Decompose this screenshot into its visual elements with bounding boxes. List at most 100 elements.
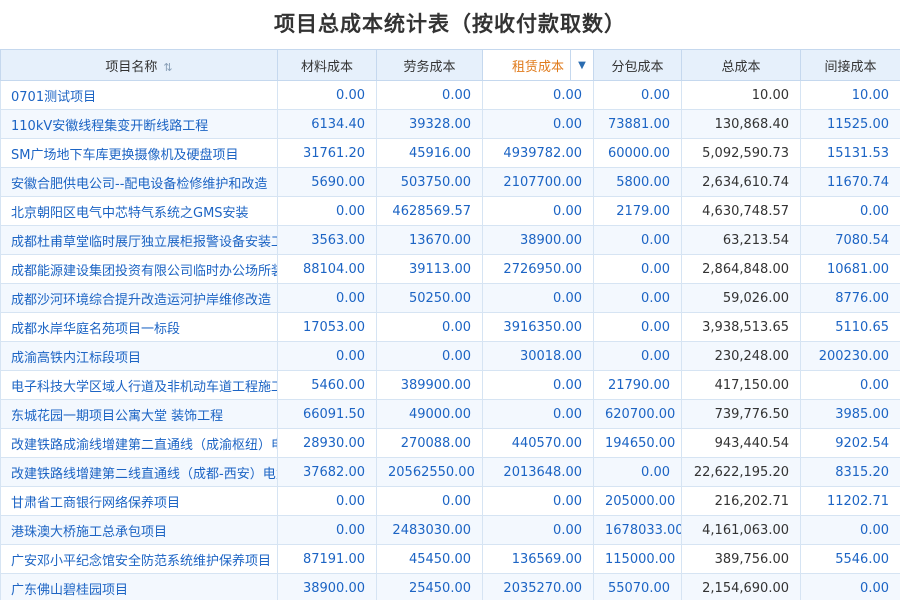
cell-lease-cost[interactable]: 2013648.00	[482, 457, 594, 487]
cell-project-name[interactable]: 改建铁路成渝线增建第二直通线（成渝枢纽）电力工程	[0, 428, 278, 458]
cell-material-cost[interactable]: 5460.00	[277, 370, 377, 400]
cell-project-name[interactable]: 广东佛山碧桂园项目	[0, 573, 278, 600]
cell-subcontract-cost[interactable]: 0.00	[593, 254, 682, 284]
table-row[interactable]: 成都杜甫草堂临时展厅独立展柜报警设备安装工程 3563.00 13670.00 389…	[0, 225, 900, 255]
cell-project-name[interactable]: 成都沙河环境综合提升改造运河护岸维修改造	[0, 283, 278, 313]
table-row[interactable]: 北京朝阳区电气中芯特气系统之GMS安装 0.00 4628569.57 0.00 217…	[0, 196, 900, 226]
cell-labor-cost[interactable]: 0.00	[376, 80, 483, 110]
cell-project-name[interactable]: 成都杜甫草堂临时展厅独立展柜报警设备安装工程	[0, 225, 278, 255]
cell-project-name[interactable]: SM广场地下车库更换摄像机及硬盘项目	[0, 138, 278, 168]
dropdown-arrow-icon[interactable]: ▼	[570, 50, 593, 80]
cell-subcontract-cost[interactable]: 194650.00	[593, 428, 682, 458]
cell-project-name[interactable]: 0701测试项目	[0, 80, 278, 110]
cell-indirect-cost[interactable]: 8315.20	[800, 457, 900, 487]
cell-project-name[interactable]: 东城花园一期项目公寓大堂 装饰工程	[0, 399, 278, 429]
table-row[interactable]: 110kV安徽线程集变开断线路工程 6134.40 39328.00 0.00 7388…	[0, 109, 900, 139]
cell-lease-cost[interactable]: 0.00	[482, 515, 594, 545]
cell-labor-cost[interactable]: 2483030.00	[376, 515, 483, 545]
cell-project-name[interactable]: 成渝高铁内江标段项目	[0, 341, 278, 371]
cell-material-cost[interactable]: 0.00	[277, 196, 377, 226]
table-row[interactable]: 电子科技大学区域人行道及非机动车道工程施工 5460.00 389900.00 0.0…	[0, 370, 900, 400]
cell-material-cost[interactable]: 87191.00	[277, 544, 377, 574]
cell-indirect-cost[interactable]: 8776.00	[800, 283, 900, 313]
cell-project-name[interactable]: 改建铁路线增建第二线直通线（成都-西安）电力工程	[0, 457, 278, 487]
cell-subcontract-cost[interactable]: 55070.00	[593, 573, 682, 600]
cell-material-cost[interactable]: 37682.00	[277, 457, 377, 487]
cell-subcontract-cost[interactable]: 1678033.00	[593, 515, 682, 545]
cell-indirect-cost[interactable]: 0.00	[800, 573, 900, 600]
cell-lease-cost[interactable]: 4939782.00	[482, 138, 594, 168]
cell-labor-cost[interactable]: 13670.00	[376, 225, 483, 255]
cell-subcontract-cost[interactable]: 60000.00	[593, 138, 682, 168]
cell-lease-cost[interactable]: 2035270.00	[482, 573, 594, 600]
cell-labor-cost[interactable]: 39328.00	[376, 109, 483, 139]
cell-labor-cost[interactable]: 20562550.00	[376, 457, 483, 487]
cell-lease-cost[interactable]: 30018.00	[482, 341, 594, 371]
cell-subcontract-cost[interactable]: 5800.00	[593, 167, 682, 197]
cell-material-cost[interactable]: 88104.00	[277, 254, 377, 284]
cell-subcontract-cost[interactable]: 0.00	[593, 341, 682, 371]
table-row[interactable]: 成都沙河环境综合提升改造运河护岸维修改造 0.00 50250.00 0.00 0.00…	[0, 283, 900, 313]
cell-labor-cost[interactable]: 0.00	[376, 312, 483, 342]
cell-lease-cost[interactable]: 136569.00	[482, 544, 594, 574]
cell-material-cost[interactable]: 66091.50	[277, 399, 377, 429]
sort-icon[interactable]: ⇅	[163, 61, 172, 74]
cell-lease-cost[interactable]: 0.00	[482, 283, 594, 313]
table-row[interactable]: 东城花园一期项目公寓大堂 装饰工程 66091.50 49000.00 0.00 620…	[0, 399, 900, 429]
cell-material-cost[interactable]: 28930.00	[277, 428, 377, 458]
cell-indirect-cost[interactable]: 10681.00	[800, 254, 900, 284]
table-row[interactable]: 成都水岸华庭名苑项目一标段 17053.00 0.00 3916350.00 0.00 3…	[0, 312, 900, 342]
table-row[interactable]: 成都能源建设集团投资有限公司临时办公场所装修工程88104.0039113.00…	[0, 254, 900, 284]
cell-labor-cost[interactable]: 0.00	[376, 486, 483, 516]
cell-lease-cost[interactable]: 38900.00	[482, 225, 594, 255]
table-row[interactable]: 0701测试项目 0.00 0.00 0.00 0.00 10.00 10.00	[0, 80, 900, 110]
cell-labor-cost[interactable]: 0.00	[376, 341, 483, 371]
cell-lease-cost[interactable]: 0.00	[482, 486, 594, 516]
cell-lease-cost[interactable]: 3916350.00	[482, 312, 594, 342]
cell-subcontract-cost[interactable]: 620700.00	[593, 399, 682, 429]
cell-project-name[interactable]: 110kV安徽线程集变开断线路工程	[0, 109, 278, 139]
cell-subcontract-cost[interactable]: 0.00	[593, 457, 682, 487]
table-row[interactable]: 改建铁路成渝线增建第二直通线（成渝枢纽）电力工程28930.00270088.0…	[0, 428, 900, 458]
cell-project-name[interactable]: 成都水岸华庭名苑项目一标段	[0, 312, 278, 342]
cell-material-cost[interactable]: 17053.00	[277, 312, 377, 342]
cell-material-cost[interactable]: 38900.00	[277, 573, 377, 600]
cell-labor-cost[interactable]: 45916.00	[376, 138, 483, 168]
cell-subcontract-cost[interactable]: 205000.00	[593, 486, 682, 516]
cell-labor-cost[interactable]: 39113.00	[376, 254, 483, 284]
cell-lease-cost[interactable]: 0.00	[482, 196, 594, 226]
cell-indirect-cost[interactable]: 7080.54	[800, 225, 900, 255]
cell-indirect-cost[interactable]: 11670.74	[800, 167, 900, 197]
cell-material-cost[interactable]: 5690.00	[277, 167, 377, 197]
table-row[interactable]: 甘肃省工商银行网络保养项目 0.00 0.00 0.00 205000.00 216,20…	[0, 486, 900, 516]
cell-labor-cost[interactable]: 50250.00	[376, 283, 483, 313]
cell-indirect-cost[interactable]: 11202.71	[800, 486, 900, 516]
column-header-material[interactable]: 材料成本	[277, 49, 377, 81]
column-header-subcontract[interactable]: 分包成本	[593, 49, 682, 81]
cell-material-cost[interactable]: 31761.20	[277, 138, 377, 168]
cell-lease-cost[interactable]: 440570.00	[482, 428, 594, 458]
cell-subcontract-cost[interactable]: 21790.00	[593, 370, 682, 400]
cell-indirect-cost[interactable]: 0.00	[800, 370, 900, 400]
table-row[interactable]: SM广场地下车库更换摄像机及硬盘项目 31761.20 45916.00 493978…	[0, 138, 900, 168]
cell-subcontract-cost[interactable]: 0.00	[593, 80, 682, 110]
cell-material-cost[interactable]: 6134.40	[277, 109, 377, 139]
cell-material-cost[interactable]: 0.00	[277, 341, 377, 371]
cell-project-name[interactable]: 港珠澳大桥施工总承包项目	[0, 515, 278, 545]
cell-indirect-cost[interactable]: 15131.53	[800, 138, 900, 168]
cell-material-cost[interactable]: 0.00	[277, 283, 377, 313]
cell-indirect-cost[interactable]: 9202.54	[800, 428, 900, 458]
table-row[interactable]: 港珠澳大桥施工总承包项目 0.00 2483030.00 0.00 1678033.00…	[0, 515, 900, 545]
cell-project-name[interactable]: 甘肃省工商银行网络保养项目	[0, 486, 278, 516]
cell-labor-cost[interactable]: 49000.00	[376, 399, 483, 429]
cell-labor-cost[interactable]: 389900.00	[376, 370, 483, 400]
cell-indirect-cost[interactable]: 5110.65	[800, 312, 900, 342]
cell-material-cost[interactable]: 0.00	[277, 80, 377, 110]
column-header-total[interactable]: 总成本	[681, 49, 801, 81]
column-header-name[interactable]: 项目名称 ⇅	[0, 49, 278, 81]
cell-lease-cost[interactable]: 0.00	[482, 109, 594, 139]
cell-subcontract-cost[interactable]: 0.00	[593, 312, 682, 342]
cell-labor-cost[interactable]: 25450.00	[376, 573, 483, 600]
cell-material-cost[interactable]: 0.00	[277, 486, 377, 516]
table-row[interactable]: 广东佛山碧桂园项目 38900.00 25450.00 2035270.00 55070…	[0, 573, 900, 600]
